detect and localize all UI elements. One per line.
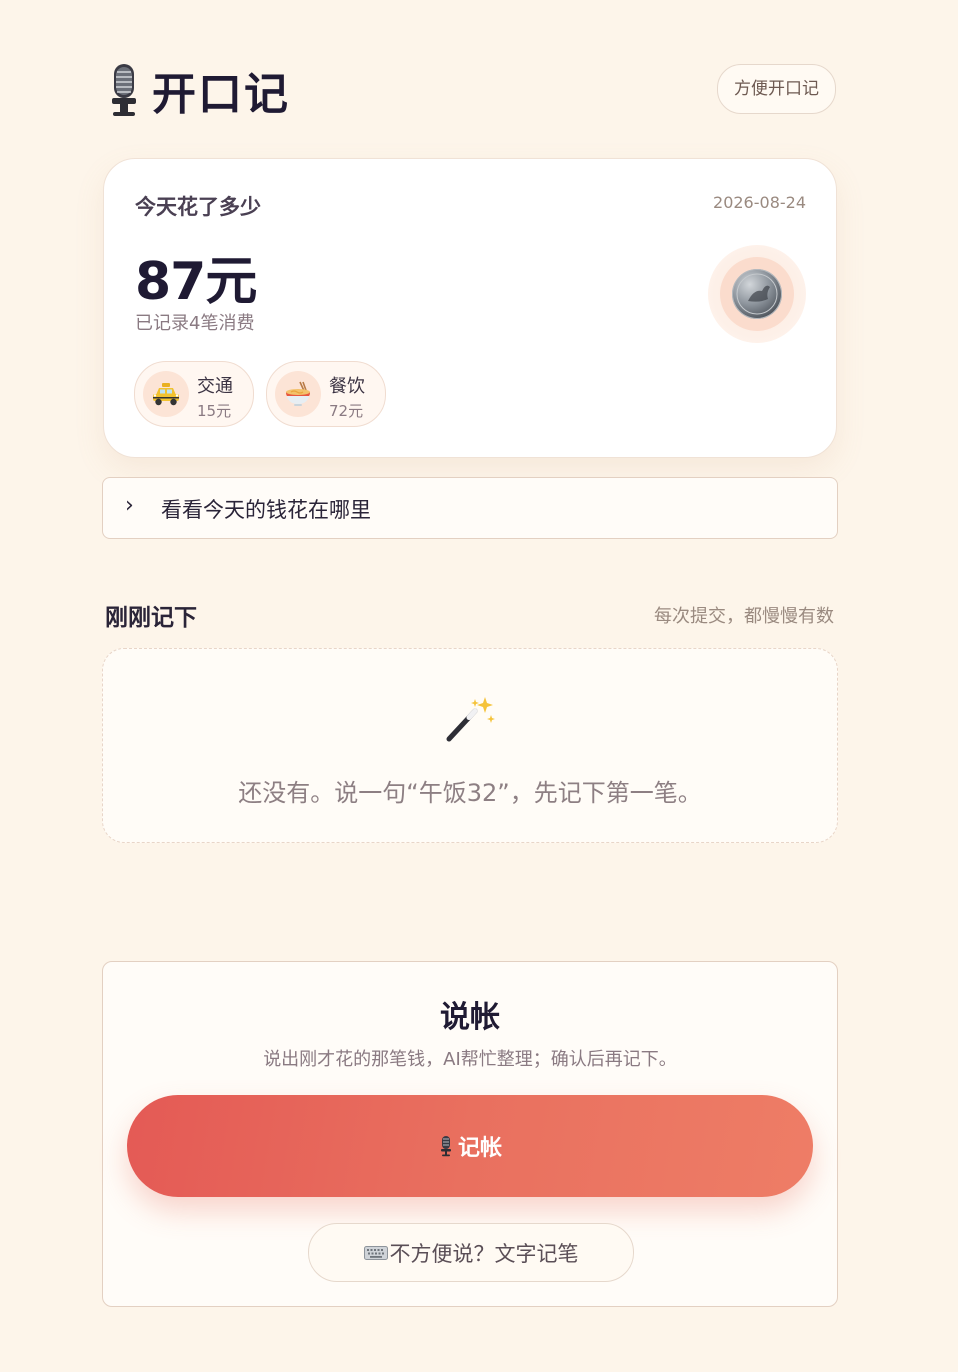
coin-icon <box>732 269 782 319</box>
summary-amount: 87元 <box>135 252 257 312</box>
category-amount: 72元 <box>329 402 364 420</box>
voice-entry-card: 说帐 说出刚才花的那笔钱，AI帮忙整理；确认后再记下。 记帐 不方便说？文字记笔 <box>102 961 838 1307</box>
magic-wand-icon <box>446 697 495 742</box>
voice-card-subtitle: 说出刚才花的那笔钱，AI帮忙整理；确认后再记下。 <box>263 1049 677 1070</box>
chevron-right-icon: › <box>125 493 134 518</box>
voice-card-title: 说帐 <box>440 1000 500 1035</box>
recent-empty-state: 还没有。说一句“午饭32”，先记下第一笔。 <box>102 648 838 843</box>
summary-label: 今天花了多少 <box>135 195 261 219</box>
category-name: 餐饮 <box>329 376 365 397</box>
today-summary-card: 今天花了多少 2026-08-24 87元 已记录4笔消费 交通 15元 餐饮 … <box>103 158 837 458</box>
taxi-icon <box>143 371 189 417</box>
category-name: 交通 <box>197 376 233 397</box>
record-button-label: 记帐 <box>457 1136 502 1161</box>
voice-record-button[interactable]: 记帐 <box>127 1095 813 1197</box>
convenience-mode-button[interactable]: 方便开口记 <box>717 64 836 114</box>
microphone-icon <box>440 1136 451 1157</box>
keyboard-icon <box>363 1245 388 1260</box>
category-amount: 15元 <box>197 402 232 420</box>
microphone-icon <box>112 64 136 116</box>
header: 开口记 方便开口记 <box>104 58 836 120</box>
coin-badge <box>708 245 806 343</box>
category-chips: 交通 15元 餐饮 72元 <box>134 361 386 427</box>
text-entry-button[interactable]: 不方便说？文字记笔 <box>308 1223 634 1282</box>
recent-section-hint: 每次提交，都慢慢有数 <box>654 606 834 627</box>
app-title-text: 开口记 <box>152 69 290 120</box>
recent-section-title: 刚刚记下 <box>105 605 197 631</box>
empty-state-text: 还没有。说一句“午饭32”，先记下第一笔。 <box>238 779 702 807</box>
text-entry-label: 不方便说？文字记笔 <box>389 1241 579 1266</box>
category-chip-transport[interactable]: 交通 15元 <box>134 361 254 427</box>
summary-date: 2026-08-24 <box>713 193 806 212</box>
summary-count: 已记录4笔消费 <box>135 313 255 334</box>
expander-label: 看看今天的钱花在哪里 <box>161 498 371 522</box>
app-title: 开口记 <box>104 58 290 122</box>
noodle-bowl-icon <box>275 371 321 417</box>
spending-breakdown-expander[interactable]: › 看看今天的钱花在哪里 <box>102 477 838 539</box>
category-chip-dining[interactable]: 餐饮 72元 <box>266 361 386 427</box>
